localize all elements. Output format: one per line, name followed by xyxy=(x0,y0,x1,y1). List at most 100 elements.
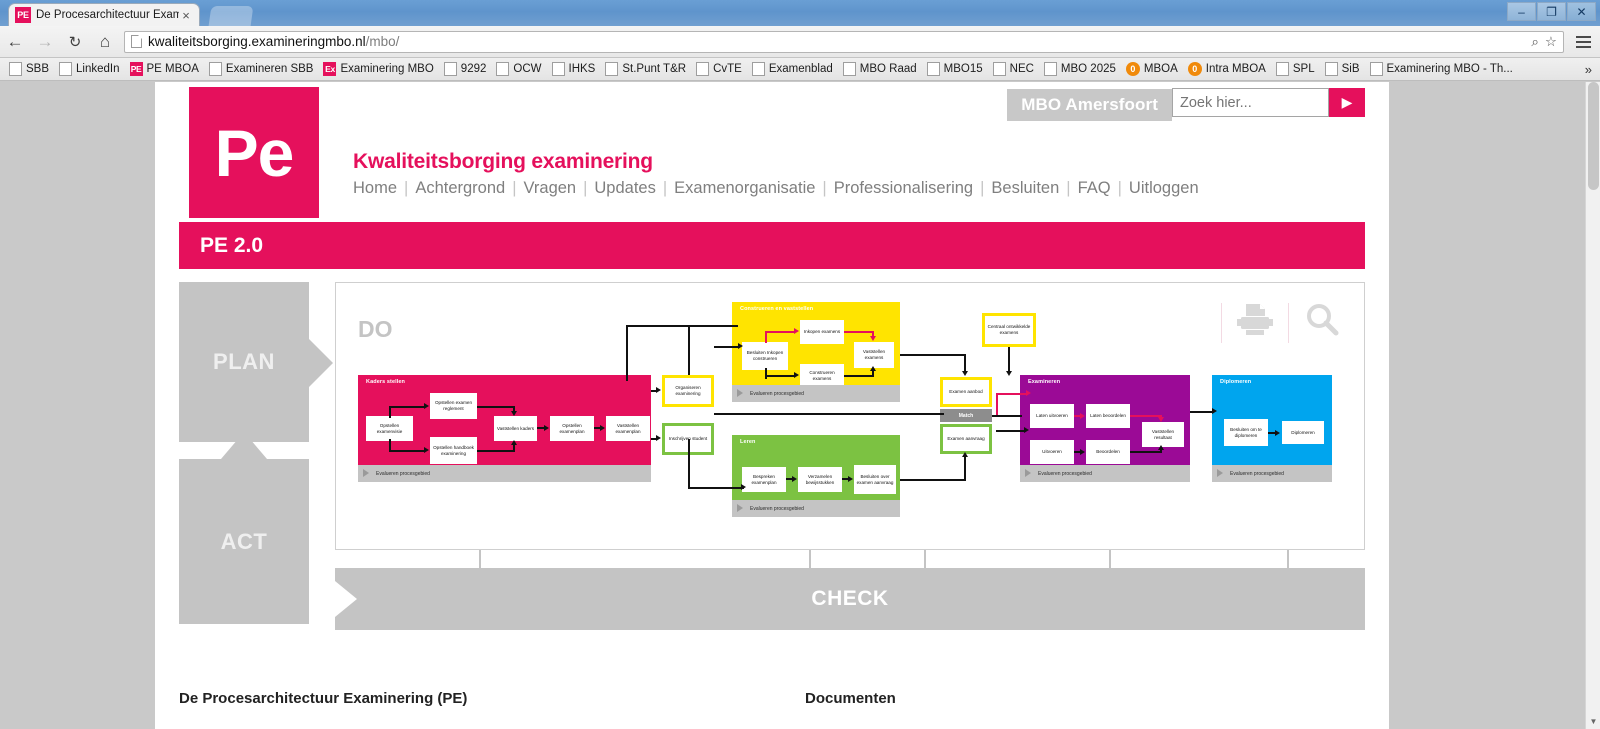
node-beoordelen[interactable]: Beoordelen xyxy=(1086,440,1130,464)
bookmark-star-icon[interactable]: ☆ xyxy=(1545,34,1557,50)
conn xyxy=(688,325,690,375)
node-opstellen-examenplan[interactable]: Opstellen examenplan xyxy=(550,416,594,441)
maximize-restore-button[interactable]: ❐ xyxy=(1537,2,1566,21)
bookmark-item[interactable]: LinkedIn xyxy=(56,62,126,76)
bookmark-item[interactable]: 0 MBOA xyxy=(1123,62,1185,76)
bookmark-item[interactable]: PE PE MBOA xyxy=(127,62,206,76)
conn xyxy=(1008,347,1010,373)
check-bar[interactable]: CHECK xyxy=(335,568,1365,630)
bookmark-label: MBOA xyxy=(1143,63,1178,75)
node-verzamelen-bewijsstukken[interactable]: Verzamelen bewijsstukken xyxy=(798,467,842,492)
nav-item-achtergrond[interactable]: Achtergrond xyxy=(415,179,505,198)
bookmark-item[interactable]: NEC xyxy=(990,62,1041,76)
zoom-icon[interactable]: ⌕ xyxy=(1531,34,1539,50)
nav-item-professionalisering[interactable]: Professionalisering xyxy=(834,179,973,198)
process-block-diplomeren[interactable]: Diplomeren Besluiten om te diplomeren Di… xyxy=(1212,375,1332,482)
browser-tab[interactable]: PE De Procesarchitectuur Exami × xyxy=(8,3,200,26)
node-laten-beoordelen[interactable]: Laten beoordelen xyxy=(1086,404,1130,428)
bookmark-item[interactable]: 9292 xyxy=(441,62,494,76)
search-box[interactable] xyxy=(1172,88,1329,117)
tab-close-icon[interactable]: × xyxy=(179,9,193,22)
node-examen-aanbod[interactable]: Examen aanbod xyxy=(940,377,992,407)
address-bar[interactable]: kwaliteitsborging.examineringmbo.nl /mbo… xyxy=(124,30,1564,53)
site-logo[interactable]: Pe xyxy=(189,87,319,218)
node-vaststellen-examenplan[interactable]: Vaststellen examenplan xyxy=(606,416,650,441)
bookmark-item[interactable]: 0 Intra MBOA xyxy=(1185,62,1273,76)
nav-item-updates[interactable]: Updates xyxy=(594,179,655,198)
node-vaststellen-kaders[interactable]: Vaststellen kaders xyxy=(494,416,537,441)
bookmark-item[interactable]: SiB xyxy=(1322,62,1367,76)
node-vaststellen-examens[interactable]: Vaststellen examens xyxy=(854,342,894,368)
page-icon xyxy=(551,62,565,76)
close-window-button[interactable]: ✕ xyxy=(1567,2,1596,21)
node-opstellen-handboek[interactable]: Opstellen handboek examinering xyxy=(430,437,477,464)
bookmark-item[interactable]: St.Punt T&R xyxy=(602,62,693,76)
bookmark-item[interactable]: IHKS xyxy=(549,62,603,76)
main-navigation: Home | Achtergrond | Vragen | Updates | Examenor… xyxy=(353,179,1199,198)
search-input[interactable] xyxy=(1180,94,1321,111)
node-diplomeren[interactable]: Diplomeren xyxy=(1282,421,1324,444)
page-icon xyxy=(496,62,510,76)
node-besluiten-om-te-diplomeren[interactable]: Besluiten om te diplomeren xyxy=(1224,419,1268,446)
forward-arrow-icon[interactable]: → xyxy=(30,27,60,57)
search-icon[interactable] xyxy=(1302,301,1342,344)
menu-hamburger-icon[interactable] xyxy=(1570,29,1596,55)
nav-item-home[interactable]: Home xyxy=(353,179,397,198)
minimize-button[interactable]: – xyxy=(1507,2,1536,21)
node-vaststellen-resultaat[interactable]: Vaststellen resultaat xyxy=(1142,422,1184,447)
new-tab-button[interactable] xyxy=(208,6,254,26)
node-besluiten-over-examenaanvraag[interactable]: Besluiten over examen aanvraag xyxy=(854,465,896,494)
node-centraal-ontwikkelde-examens[interactable]: Centraal ontwikkelde examens xyxy=(982,313,1036,347)
nav-item-besluiten[interactable]: Besluiten xyxy=(991,179,1059,198)
node-uitvoeren[interactable]: Uitvoeren xyxy=(1030,440,1074,464)
bookmark-item[interactable]: Examineren SBB xyxy=(206,62,321,76)
conn xyxy=(765,375,795,377)
process-block-construeren[interactable]: Construeren en vaststellen Besluiten Ink… xyxy=(732,302,900,402)
node-besluiten-inkopen-construeren[interactable]: Besluiten Inkopen construeren xyxy=(742,342,788,370)
bookmark-label: MBO15 xyxy=(943,63,983,75)
nav-item-examenorganisatie[interactable]: Examenorganisatie xyxy=(674,179,815,198)
scrollbar-thumb[interactable] xyxy=(1588,82,1599,190)
bookmark-item[interactable]: OCW xyxy=(493,62,548,76)
bookmarks-overflow-button[interactable]: » xyxy=(1585,62,1600,77)
nav-item-faq[interactable]: FAQ xyxy=(1078,179,1111,198)
bookmark-item[interactable]: Examenblad xyxy=(749,62,840,76)
process-block-leren[interactable]: Leren Bespreken examenplan Verzamelen be… xyxy=(732,435,900,517)
print-icon[interactable] xyxy=(1235,301,1275,344)
node-opstellen-examenvisie[interactable]: Opstellen examenvisie xyxy=(366,416,413,441)
nav-item-vragen[interactable]: Vragen xyxy=(524,179,577,198)
bookmark-item[interactable]: Examinering MBO - Th... xyxy=(1367,62,1520,76)
search-submit-button[interactable]: ▶ xyxy=(1329,88,1365,117)
browser-window: PE De Procesarchitectuur Exami × – ❐ ✕ ←… xyxy=(0,0,1600,729)
node-organiseren-examinering[interactable]: Organiseren examinering xyxy=(662,375,714,407)
bookmark-item[interactable]: MBO Raad xyxy=(840,62,924,76)
conn xyxy=(477,450,515,452)
tab-favicon-icon: PE xyxy=(15,7,31,23)
bookmark-item[interactable]: MBO 2025 xyxy=(1041,62,1123,76)
reload-icon[interactable]: ↻ xyxy=(60,27,90,57)
node-opstellen-examenreglement[interactable]: Opstellen examen reglement xyxy=(430,393,477,419)
home-icon[interactable]: ⌂ xyxy=(90,27,120,57)
nav-item-uitloggen[interactable]: Uitloggen xyxy=(1129,179,1199,198)
bookmark-label: SPL xyxy=(1292,63,1315,75)
bookmark-label: OCW xyxy=(513,63,542,75)
node-examen-aanvraag[interactable]: Examen aanvraag xyxy=(940,424,992,454)
node-inkopen-examens[interactable]: Inkopen examens xyxy=(800,320,844,344)
bookmark-item[interactable]: SBB xyxy=(6,62,56,76)
back-arrow-icon[interactable]: ← xyxy=(0,27,30,57)
bookmark-item[interactable]: CvTE xyxy=(693,62,749,76)
process-block-kaders[interactable]: Kaders stellen Opstellen examenvisie Ops… xyxy=(358,375,651,482)
block-title-leren: Leren xyxy=(740,439,756,445)
page-icon xyxy=(1275,62,1289,76)
bookmark-item[interactable]: Ex Examinering MBO xyxy=(320,62,440,76)
process-block-examineren[interactable]: Examineren Laten uitvoeren Laten beoorde… xyxy=(1020,375,1190,482)
node-laten-uitvoeren[interactable]: Laten uitvoeren xyxy=(1030,404,1074,428)
nav-separator: | xyxy=(404,179,409,197)
page-scrollbar[interactable]: ▲ ▼ xyxy=(1585,82,1600,729)
bookmark-label: Examenblad xyxy=(768,63,833,75)
plan-block[interactable]: PLAN xyxy=(179,282,309,442)
node-bespreken-examenplan[interactable]: Bespreken examenplan xyxy=(742,467,786,492)
bookmark-item[interactable]: SPL xyxy=(1273,62,1322,76)
scroll-down-arrow-icon[interactable]: ▼ xyxy=(1586,714,1600,729)
bookmark-item[interactable]: MBO15 xyxy=(924,62,990,76)
